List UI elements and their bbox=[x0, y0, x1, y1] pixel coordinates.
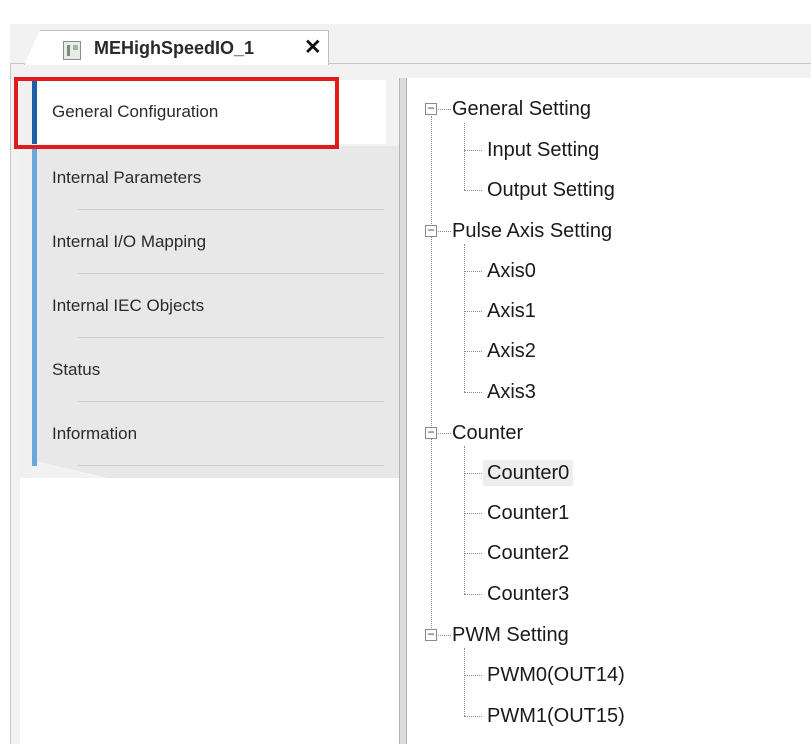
nav-item-internal-parameters[interactable]: Internal Parameters bbox=[32, 146, 386, 210]
tree-connector bbox=[464, 473, 482, 474]
tree-item-pwm1[interactable]: PWM1(OUT15) bbox=[487, 703, 625, 729]
tree-branch-line bbox=[464, 244, 465, 392]
tree-connector bbox=[464, 716, 482, 717]
tree-item-output-setting[interactable]: Output Setting bbox=[487, 177, 615, 203]
tree-connector bbox=[464, 553, 482, 554]
tree-group-general-setting[interactable]: General Setting bbox=[452, 96, 591, 122]
tree-item-axis1[interactable]: Axis1 bbox=[487, 298, 536, 324]
nav-separator bbox=[78, 465, 384, 466]
tree-branch-line bbox=[464, 446, 465, 594]
tree-connector bbox=[464, 675, 482, 676]
collapse-icon[interactable]: − bbox=[425, 628, 437, 641]
collapse-icon[interactable]: − bbox=[425, 426, 437, 439]
nav-item-label: Internal IEC Objects bbox=[52, 296, 205, 315]
collapse-icon[interactable]: − bbox=[425, 102, 437, 115]
tree-connector bbox=[464, 351, 482, 352]
close-icon[interactable]: ✕ bbox=[304, 36, 322, 60]
nav-item-label: Status bbox=[52, 360, 101, 379]
tree-item-counter2[interactable]: Counter2 bbox=[487, 540, 569, 566]
nav-accent-bar bbox=[32, 146, 37, 210]
tree-connector bbox=[464, 190, 482, 191]
nav-accent-bar bbox=[32, 402, 37, 466]
nav-panel-empty-area bbox=[20, 478, 400, 744]
device-module-icon bbox=[63, 41, 81, 60]
nav-item-label: Information bbox=[52, 424, 138, 443]
highlight-annotation-box bbox=[14, 77, 339, 149]
tree-item-counter0[interactable]: Counter0 bbox=[483, 460, 574, 486]
nav-item-internal-io-mapping[interactable]: Internal I/O Mapping bbox=[32, 210, 386, 274]
tab-title: MEHighSpeedIO_1 bbox=[94, 38, 255, 58]
tree-branch-line bbox=[464, 648, 465, 716]
tree-group-pulse-axis-setting[interactable]: Pulse Axis Setting bbox=[452, 218, 612, 244]
tree-connector bbox=[464, 392, 482, 393]
tree-item-input-setting[interactable]: Input Setting bbox=[487, 137, 599, 163]
tree-root-line bbox=[431, 116, 432, 636]
tree-connector bbox=[464, 150, 482, 151]
nav-item-label: Internal I/O Mapping bbox=[52, 232, 207, 251]
tree-connector bbox=[464, 513, 482, 514]
tree-item-pwm0[interactable]: PWM0(OUT14) bbox=[487, 662, 625, 688]
tree-group-pwm-setting[interactable]: PWM Setting bbox=[452, 622, 569, 648]
nav-accent-bar bbox=[32, 338, 37, 402]
collapse-icon[interactable]: − bbox=[425, 224, 437, 237]
nav-item-label: Internal Parameters bbox=[52, 168, 202, 187]
tree-item-axis0[interactable]: Axis0 bbox=[487, 258, 536, 284]
nav-item-information[interactable]: Information bbox=[32, 402, 386, 466]
tree-item-axis2[interactable]: Axis2 bbox=[487, 338, 536, 364]
nav-accent-bar bbox=[32, 274, 37, 338]
nav-item-internal-iec-objects[interactable]: Internal IEC Objects bbox=[32, 274, 386, 338]
tree-branch-line bbox=[464, 123, 465, 190]
tree-item-counter1[interactable]: Counter1 bbox=[487, 500, 569, 526]
tree-connector bbox=[464, 311, 482, 312]
tree-connector bbox=[464, 271, 482, 272]
settings-tree: − General Setting Input Setting Output S… bbox=[407, 78, 811, 744]
nav-accent-bar bbox=[32, 210, 37, 274]
tree-group-counter[interactable]: Counter bbox=[452, 420, 523, 446]
panel-splitter[interactable] bbox=[399, 78, 407, 744]
tree-connector bbox=[464, 594, 482, 595]
tree-item-axis3[interactable]: Axis3 bbox=[487, 379, 536, 405]
document-tab[interactable]: MEHighSpeedIO_1 ✕ bbox=[24, 30, 329, 65]
tree-item-counter3[interactable]: Counter3 bbox=[487, 581, 569, 607]
nav-item-status[interactable]: Status bbox=[32, 338, 386, 402]
